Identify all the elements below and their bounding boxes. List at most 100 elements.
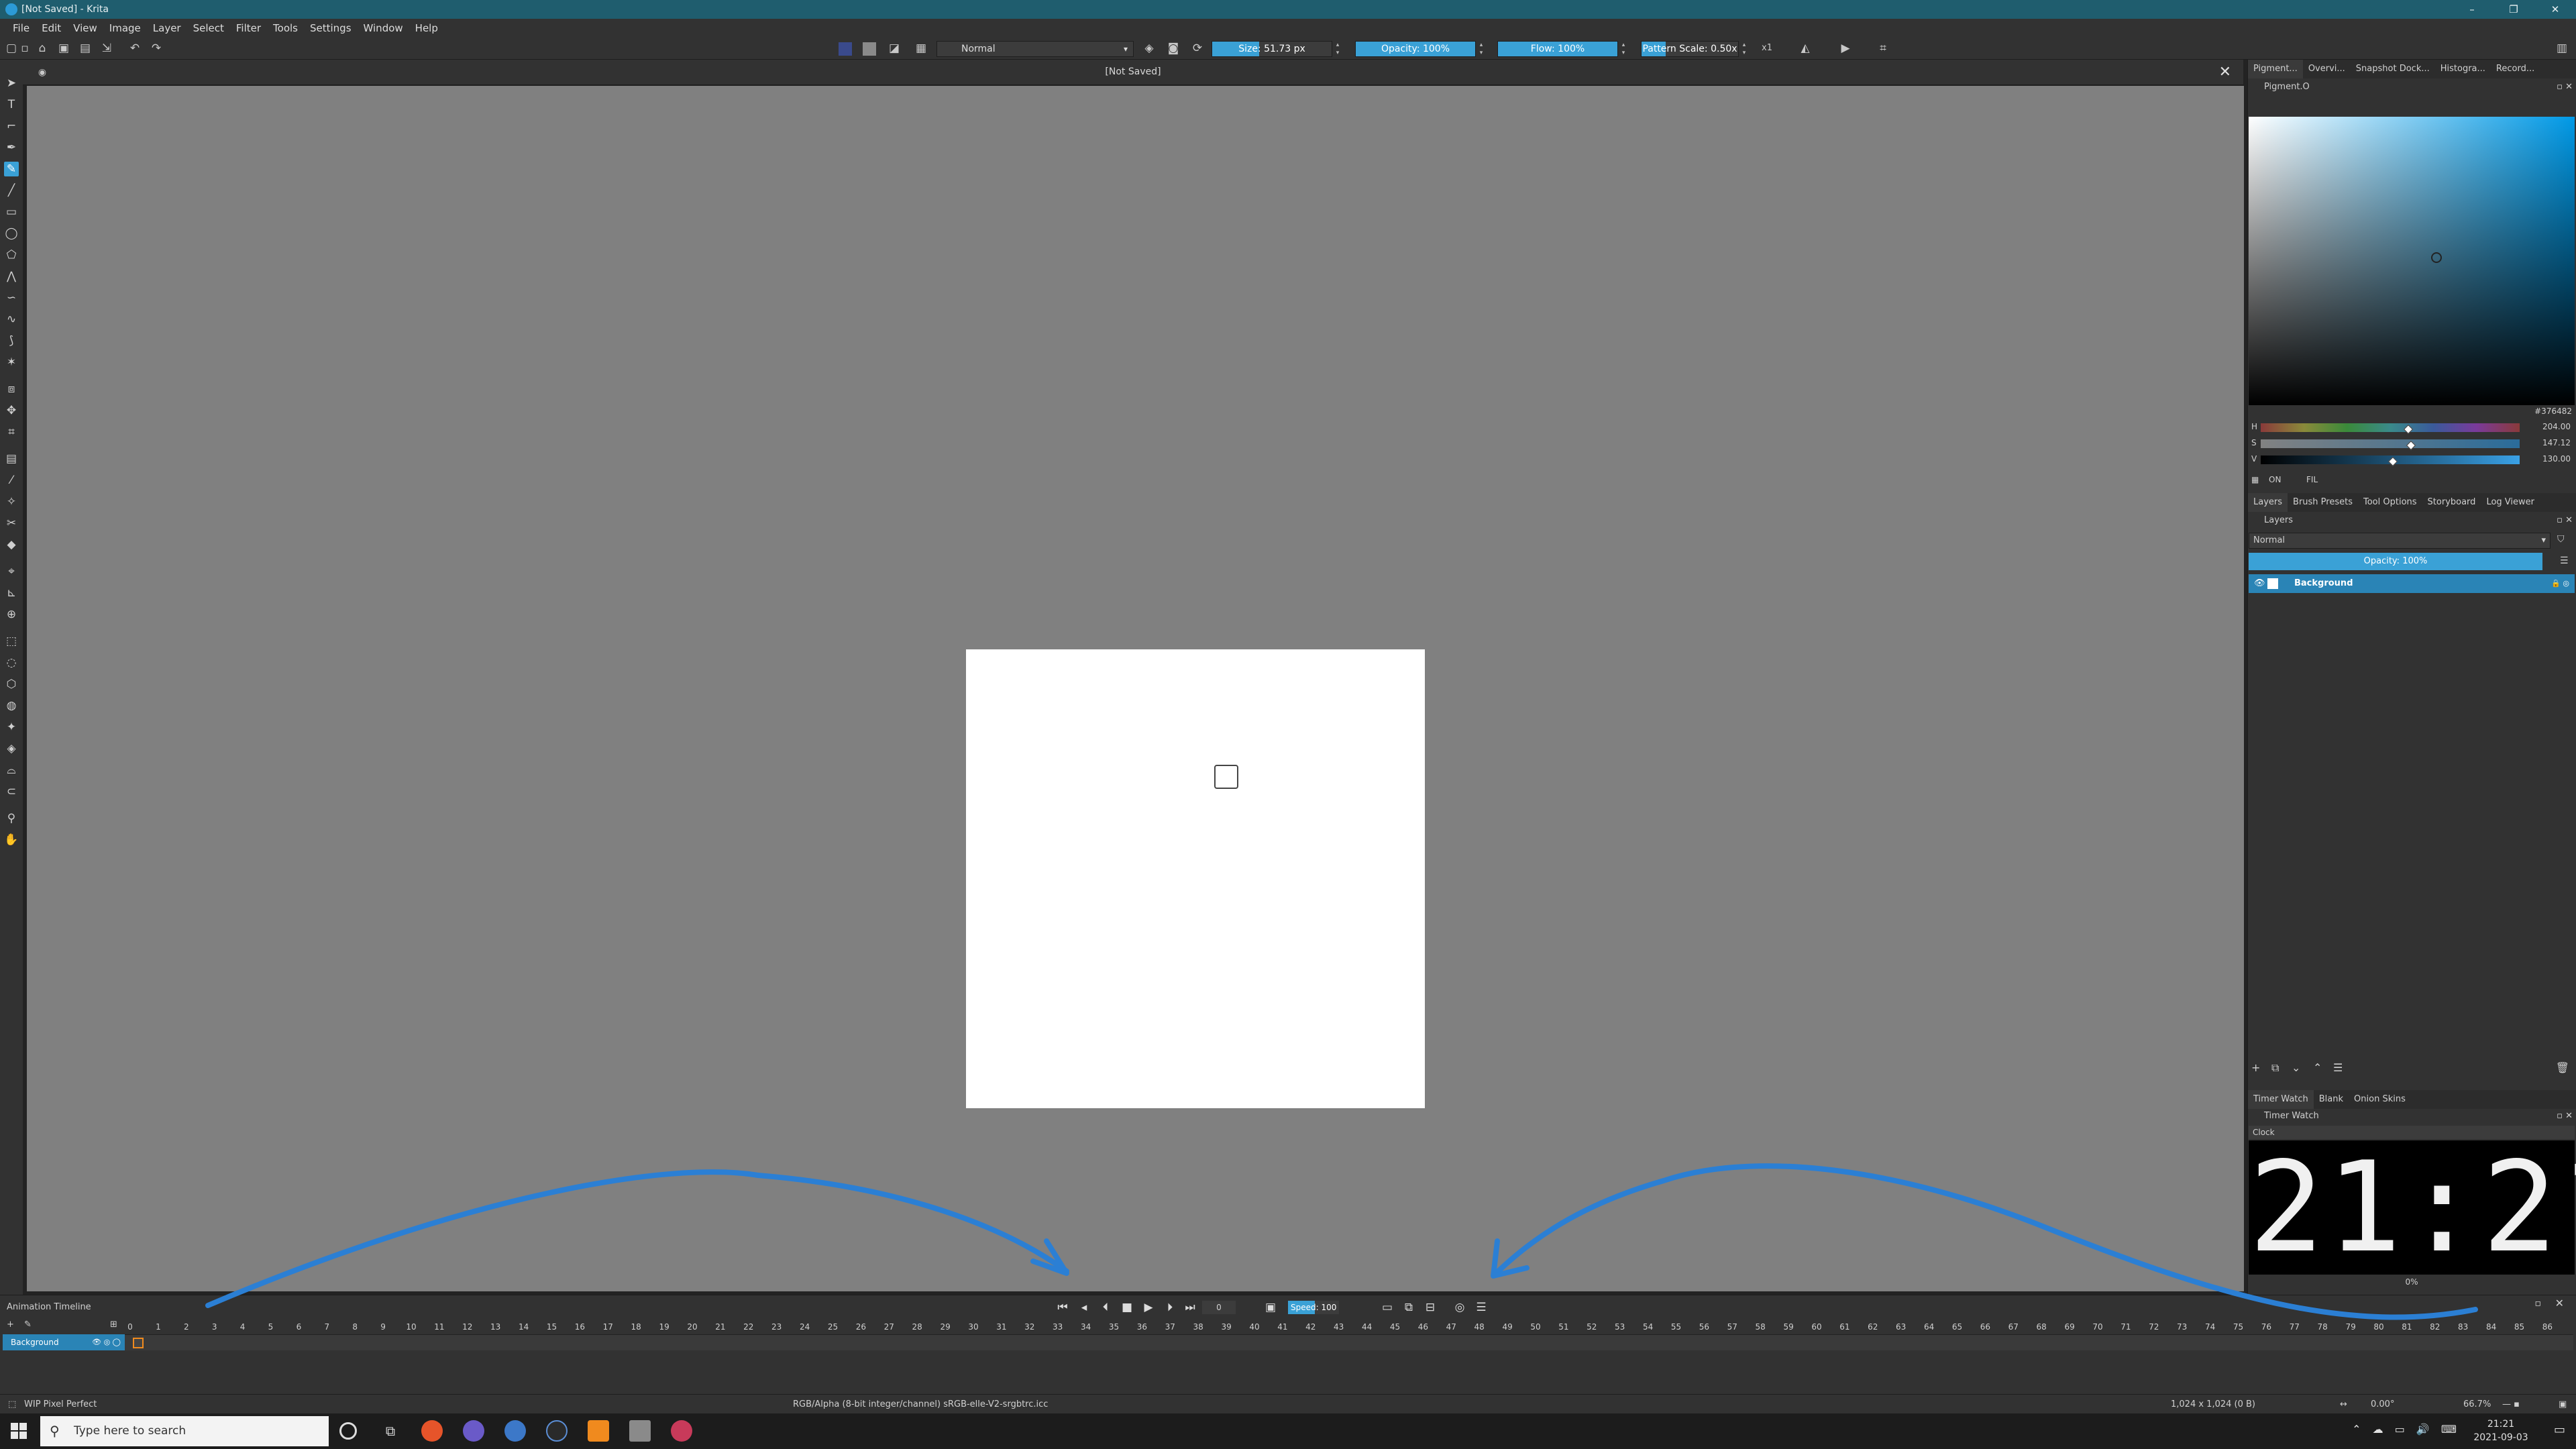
add-keyframe-icon[interactable]: ▭ bbox=[1379, 1299, 1395, 1316]
new-file-icon[interactable]: ▫ bbox=[17, 41, 32, 56]
canvas-area[interactable] bbox=[27, 86, 2244, 1291]
reference-tool-icon[interactable]: ⊕ bbox=[4, 607, 19, 622]
tab-blank[interactable]: Blank bbox=[2314, 1090, 2349, 1109]
task-view-icon[interactable]: ⧉ bbox=[380, 1420, 401, 1442]
freehand-brush-tool-icon[interactable]: ✎ bbox=[4, 162, 19, 176]
bezier-tool-icon[interactable]: ∽ bbox=[4, 290, 19, 305]
taskbar-clock[interactable]: 21:21 2021-09-03 bbox=[2467, 1417, 2534, 1444]
duplicate-keyframe-icon[interactable]: ⧉ bbox=[1401, 1299, 1417, 1316]
timeline-close-icon[interactable]: ✕ bbox=[2555, 1297, 2564, 1309]
timeline-layer-icons[interactable]: 👁 ◎ ◯ bbox=[92, 1334, 121, 1350]
opacity-stepper[interactable]: ▴ ▾ bbox=[1477, 41, 1485, 57]
restore-button[interactable]: ❐ bbox=[2493, 0, 2534, 19]
frame-number[interactable]: 71 bbox=[2121, 1322, 2131, 1332]
preserve-alpha-icon[interactable]: ◙ bbox=[1166, 41, 1181, 56]
bezier-select-tool-icon[interactable]: ⌓ bbox=[4, 763, 19, 777]
saturation-row[interactable]: S 147.12 bbox=[2249, 437, 2575, 451]
hue-value[interactable]: 204.00 bbox=[2542, 422, 2571, 431]
filter-icon[interactable]: ⛉ bbox=[2557, 534, 2565, 545]
frame-number[interactable]: 48 bbox=[1474, 1322, 1485, 1332]
frame-number[interactable]: 70 bbox=[2092, 1322, 2102, 1332]
frame-number[interactable]: 7 bbox=[324, 1322, 329, 1332]
transform-tool-icon[interactable]: ⧈ bbox=[4, 382, 19, 396]
obs-icon[interactable] bbox=[671, 1420, 692, 1442]
frame-number[interactable]: 47 bbox=[1446, 1322, 1456, 1332]
foreground-color-swatch[interactable] bbox=[839, 42, 852, 56]
zoom-slider-icon[interactable]: — ▪ bbox=[2502, 1395, 2520, 1414]
frame-number[interactable]: 38 bbox=[1193, 1322, 1203, 1332]
tab-brush-presets[interactable]: Brush Presets bbox=[2288, 493, 2358, 512]
rectangle-tool-icon[interactable]: ▭ bbox=[4, 205, 19, 219]
frame-number[interactable]: 76 bbox=[2261, 1322, 2271, 1332]
frame-number[interactable]: 42 bbox=[1305, 1322, 1316, 1332]
firefox-icon[interactable] bbox=[421, 1420, 443, 1442]
frame-number[interactable]: 53 bbox=[1615, 1322, 1625, 1332]
pattern-scale-slider[interactable]: Pattern Scale: 0.50x bbox=[1641, 41, 1739, 57]
on-toggle[interactable]: ON bbox=[2269, 475, 2281, 484]
davinci-icon[interactable] bbox=[546, 1420, 568, 1442]
dynamic-brush-tool-icon[interactable]: ⟆ bbox=[4, 333, 19, 348]
save-icon[interactable]: ▣ bbox=[56, 41, 71, 56]
value-knob[interactable] bbox=[2387, 456, 2398, 467]
rotation-status[interactable]: 0.00° bbox=[2371, 1395, 2394, 1414]
current-frame-field[interactable]: 0 bbox=[1202, 1301, 1236, 1314]
pan-tool-icon[interactable]: ✋ bbox=[4, 833, 19, 847]
frame-number[interactable]: 15 bbox=[547, 1322, 557, 1332]
layer-opacity-slider[interactable]: Opacity: 100% bbox=[2249, 553, 2542, 570]
krita-taskbar-icon[interactable] bbox=[504, 1420, 526, 1442]
ellipse-tool-icon[interactable]: ◯ bbox=[4, 226, 19, 241]
frame-number[interactable]: 21 bbox=[715, 1322, 725, 1332]
browser-icon[interactable] bbox=[463, 1420, 484, 1442]
close-window-button[interactable]: ✕ bbox=[2534, 0, 2576, 19]
frame-number[interactable]: 49 bbox=[1502, 1322, 1512, 1332]
close-document-icon[interactable]: ✕ bbox=[2219, 64, 2231, 80]
zoom-timeline-icon[interactable]: ⊞ bbox=[110, 1320, 117, 1330]
mirror-vertical-icon[interactable]: ▶ bbox=[1838, 41, 1853, 56]
new-document-icon[interactable]: ▢ bbox=[4, 41, 19, 56]
duplicate-layer-icon[interactable]: ⧉ bbox=[2271, 1061, 2279, 1075]
frame-number[interactable]: 8 bbox=[352, 1322, 358, 1332]
color-picker-handle[interactable] bbox=[2431, 252, 2442, 263]
frame-number[interactable]: 50 bbox=[1530, 1322, 1540, 1332]
frame-number[interactable]: 51 bbox=[1558, 1322, 1568, 1332]
timeline-layer-row[interactable]: Background 👁 ◎ ◯ bbox=[3, 1334, 125, 1350]
frame-number[interactable]: 58 bbox=[1756, 1322, 1766, 1332]
move-tool-icon[interactable]: ✥ bbox=[4, 403, 19, 418]
flow-slider[interactable]: Flow: 100% bbox=[1497, 41, 1618, 57]
polyline-tool-icon[interactable]: ⋀ bbox=[4, 269, 19, 284]
keyframe[interactable] bbox=[133, 1338, 144, 1348]
background-color-swatch[interactable] bbox=[863, 42, 876, 56]
minimize-button[interactable]: – bbox=[2451, 0, 2493, 19]
frame-number[interactable]: 44 bbox=[1362, 1322, 1372, 1332]
first-frame-icon[interactable]: ⏮ bbox=[1055, 1299, 1071, 1316]
frame-number[interactable]: 31 bbox=[996, 1322, 1006, 1332]
frame-number[interactable]: 36 bbox=[1137, 1322, 1147, 1332]
tab-overview[interactable]: Overvi... bbox=[2303, 60, 2351, 78]
frame-number[interactable]: 72 bbox=[2149, 1322, 2159, 1332]
frame-number[interactable]: 18 bbox=[631, 1322, 641, 1332]
magnetic-select-tool-icon[interactable]: ⊂ bbox=[4, 784, 19, 799]
tab-log-viewer[interactable]: Log Viewer bbox=[2481, 493, 2540, 512]
frame-number[interactable]: 41 bbox=[1277, 1322, 1287, 1332]
previous-frame-icon[interactable]: ⏴ bbox=[1097, 1299, 1114, 1316]
tab-snapshot[interactable]: Snapshot Dock... bbox=[2351, 60, 2435, 78]
swap-colors-icon[interactable]: ◪ bbox=[887, 41, 902, 56]
save-incremental-icon[interactable]: ▤ bbox=[78, 41, 93, 56]
frame-number[interactable]: 40 bbox=[1249, 1322, 1259, 1332]
frame-number[interactable]: 64 bbox=[1924, 1322, 1934, 1332]
tab-recorder[interactable]: Record... bbox=[2491, 60, 2540, 78]
dock-float-close-icon[interactable]: ▫ ✕ bbox=[2557, 1109, 2573, 1124]
frame-number[interactable]: 13 bbox=[490, 1322, 500, 1332]
text-tool-icon[interactable]: T bbox=[4, 97, 19, 112]
frame-number[interactable]: 75 bbox=[2233, 1322, 2243, 1332]
drop-frames-icon[interactable]: ▣ bbox=[1263, 1299, 1279, 1316]
timeline-settings-icon[interactable]: ☰ bbox=[1473, 1299, 1489, 1316]
frame-number[interactable]: 45 bbox=[1390, 1322, 1400, 1332]
zoom-status[interactable]: 66.7% bbox=[2463, 1395, 2491, 1414]
frame-number[interactable]: 43 bbox=[1334, 1322, 1344, 1332]
tab-tool-options[interactable]: Tool Options bbox=[2358, 493, 2422, 512]
hex-color-value[interactable]: #376482 bbox=[2509, 407, 2572, 416]
multiplier-select[interactable]: x1 bbox=[1752, 41, 1782, 56]
frame-number[interactable]: 5 bbox=[268, 1322, 274, 1332]
frame-number[interactable]: 33 bbox=[1053, 1322, 1063, 1332]
